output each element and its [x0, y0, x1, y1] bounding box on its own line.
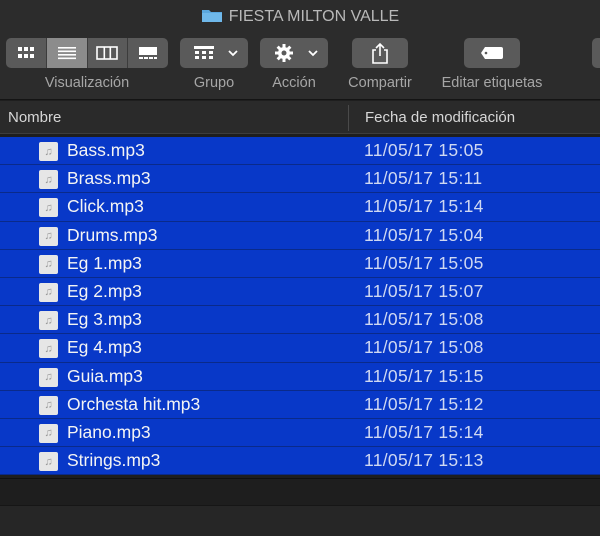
file-row[interactable]: ♫ Brass.mp3 11/05/17 15:11 [0, 165, 600, 194]
gallery-view-button[interactable] [128, 38, 168, 68]
audio-file-icon: ♫ [39, 170, 58, 190]
share-label: Compartir [348, 75, 412, 91]
view-mode-segmented-control[interactable] [6, 38, 168, 68]
file-name: Drums.mp3 [67, 224, 158, 245]
file-row[interactable]: ♫ Strings.mp3 11/05/17 15:13 [0, 447, 600, 476]
file-modified-date: 11/05/17 15:05 [364, 252, 484, 273]
divider [0, 478, 600, 479]
audio-file-icon: ♫ [39, 339, 58, 359]
file-modified-date: 11/05/17 15:12 [364, 393, 484, 414]
file-name: Brass.mp3 [67, 168, 151, 189]
file-name: Guia.mp3 [67, 365, 143, 386]
file-name: Orchesta hit.mp3 [67, 393, 201, 414]
audio-file-icon: ♫ [39, 226, 58, 246]
tag-icon [481, 47, 503, 59]
file-name: Bass.mp3 [67, 140, 145, 160]
file-row[interactable]: ♫ Click.mp3 11/05/17 15:14 [0, 193, 600, 222]
file-row[interactable]: ♫ Eg 3.mp3 11/05/17 15:08 [0, 306, 600, 335]
window-title: FIESTA MILTON VALLE [0, 7, 600, 28]
file-row[interactable]: ♫ Drums.mp3 11/05/17 15:04 [0, 221, 600, 250]
columns-icon [96, 46, 119, 60]
group-grid-icon [194, 46, 214, 59]
file-name: Click.mp3 [67, 196, 144, 217]
audio-file-icon: ♫ [39, 311, 58, 331]
share-icon [372, 42, 388, 64]
file-list: ♫ Bass.mp3 11/05/17 15:05 ♫ Brass.mp3 11/05/1… [0, 137, 600, 476]
file-name: Eg 1.mp3 [67, 252, 142, 273]
chevron-down-icon [228, 50, 238, 57]
edit-tags-label: Editar etiquetas [441, 75, 543, 91]
share-button[interactable] [352, 38, 408, 68]
grid-icon [17, 47, 34, 58]
file-row[interactable]: ♫ Bass.mp3 11/05/17 15:05 [0, 137, 600, 166]
audio-file-icon: ♫ [39, 423, 58, 443]
name-column-header[interactable]: Nombre [8, 109, 61, 126]
modified-column-header[interactable]: Fecha de modificación [365, 109, 515, 126]
list-icon [57, 47, 76, 60]
file-modified-date: 11/05/17 15:15 [364, 365, 484, 386]
window-title-text: FIESTA MILTON VALLE [228, 8, 400, 25]
audio-file-icon: ♫ [39, 142, 58, 161]
file-modified-date: 11/05/17 15:08 [364, 337, 484, 358]
audio-file-icon: ♫ [39, 367, 58, 387]
group-button[interactable] [180, 38, 248, 68]
column-divider[interactable] [348, 105, 349, 131]
action-button[interactable] [260, 38, 328, 68]
file-name: Strings.mp3 [67, 450, 161, 471]
file-modified-date: 11/05/17 15:08 [364, 309, 484, 330]
gallery-icon [139, 47, 158, 59]
file-row[interactable]: ♫ Piano.mp3 11/05/17 15:14 [0, 418, 600, 448]
file-modified-date: 11/05/17 15:04 [364, 224, 484, 245]
audio-file-icon: ♫ [39, 282, 58, 302]
column-header-bar: Nombre Fecha de modificación [0, 101, 600, 134]
action-label: Acción [272, 75, 316, 91]
file-row[interactable]: ♫ Eg 1.mp3 11/05/17 15:05 [0, 249, 600, 278]
audio-file-icon: ♫ [39, 452, 58, 472]
audio-file-icon: ♫ [39, 254, 58, 274]
file-modified-date: 11/05/17 15:11 [364, 168, 483, 189]
finder-toolbar: FIESTA MILTON VALLE Visualización Grupo … [0, 0, 600, 100]
file-modified-date: 11/05/17 15:14 [364, 196, 484, 217]
file-modified-date: 11/05/17 15:14 [364, 421, 484, 442]
file-modified-date: 11/05/17 15:13 [364, 450, 484, 471]
file-name: Piano.mp3 [67, 421, 151, 442]
file-row[interactable]: ♫ Guia.mp3 11/05/17 15:15 [0, 362, 600, 391]
file-modified-date: 11/05/17 15:07 [364, 280, 484, 301]
column-view-button[interactable] [88, 38, 129, 68]
audio-file-icon: ♫ [39, 395, 58, 415]
gear-icon [275, 44, 293, 62]
chevron-down-icon [308, 50, 318, 57]
group-label: Grupo [193, 75, 235, 91]
status-bar [0, 505, 600, 536]
edit-tags-button[interactable] [464, 38, 520, 68]
file-row[interactable]: ♫ Orchesta hit.mp3 11/05/17 15:12 [0, 390, 600, 419]
file-modified-date: 11/05/17 15:05 [364, 140, 484, 160]
view-label: Visualización [44, 75, 130, 91]
file-name: Eg 4.mp3 [67, 337, 142, 358]
audio-file-icon: ♫ [39, 198, 58, 218]
file-row[interactable]: ♫ Eg 4.mp3 11/05/17 15:08 [0, 334, 600, 363]
file-name: Eg 3.mp3 [67, 309, 142, 330]
folder-icon [201, 7, 223, 28]
icon-view-button[interactable] [6, 38, 47, 68]
file-name: Eg 2.mp3 [67, 280, 142, 301]
list-view-button[interactable] [46, 38, 88, 68]
file-row[interactable]: ♫ Eg 2.mp3 11/05/17 15:07 [0, 277, 600, 307]
overflow-button[interactable] [592, 38, 600, 68]
